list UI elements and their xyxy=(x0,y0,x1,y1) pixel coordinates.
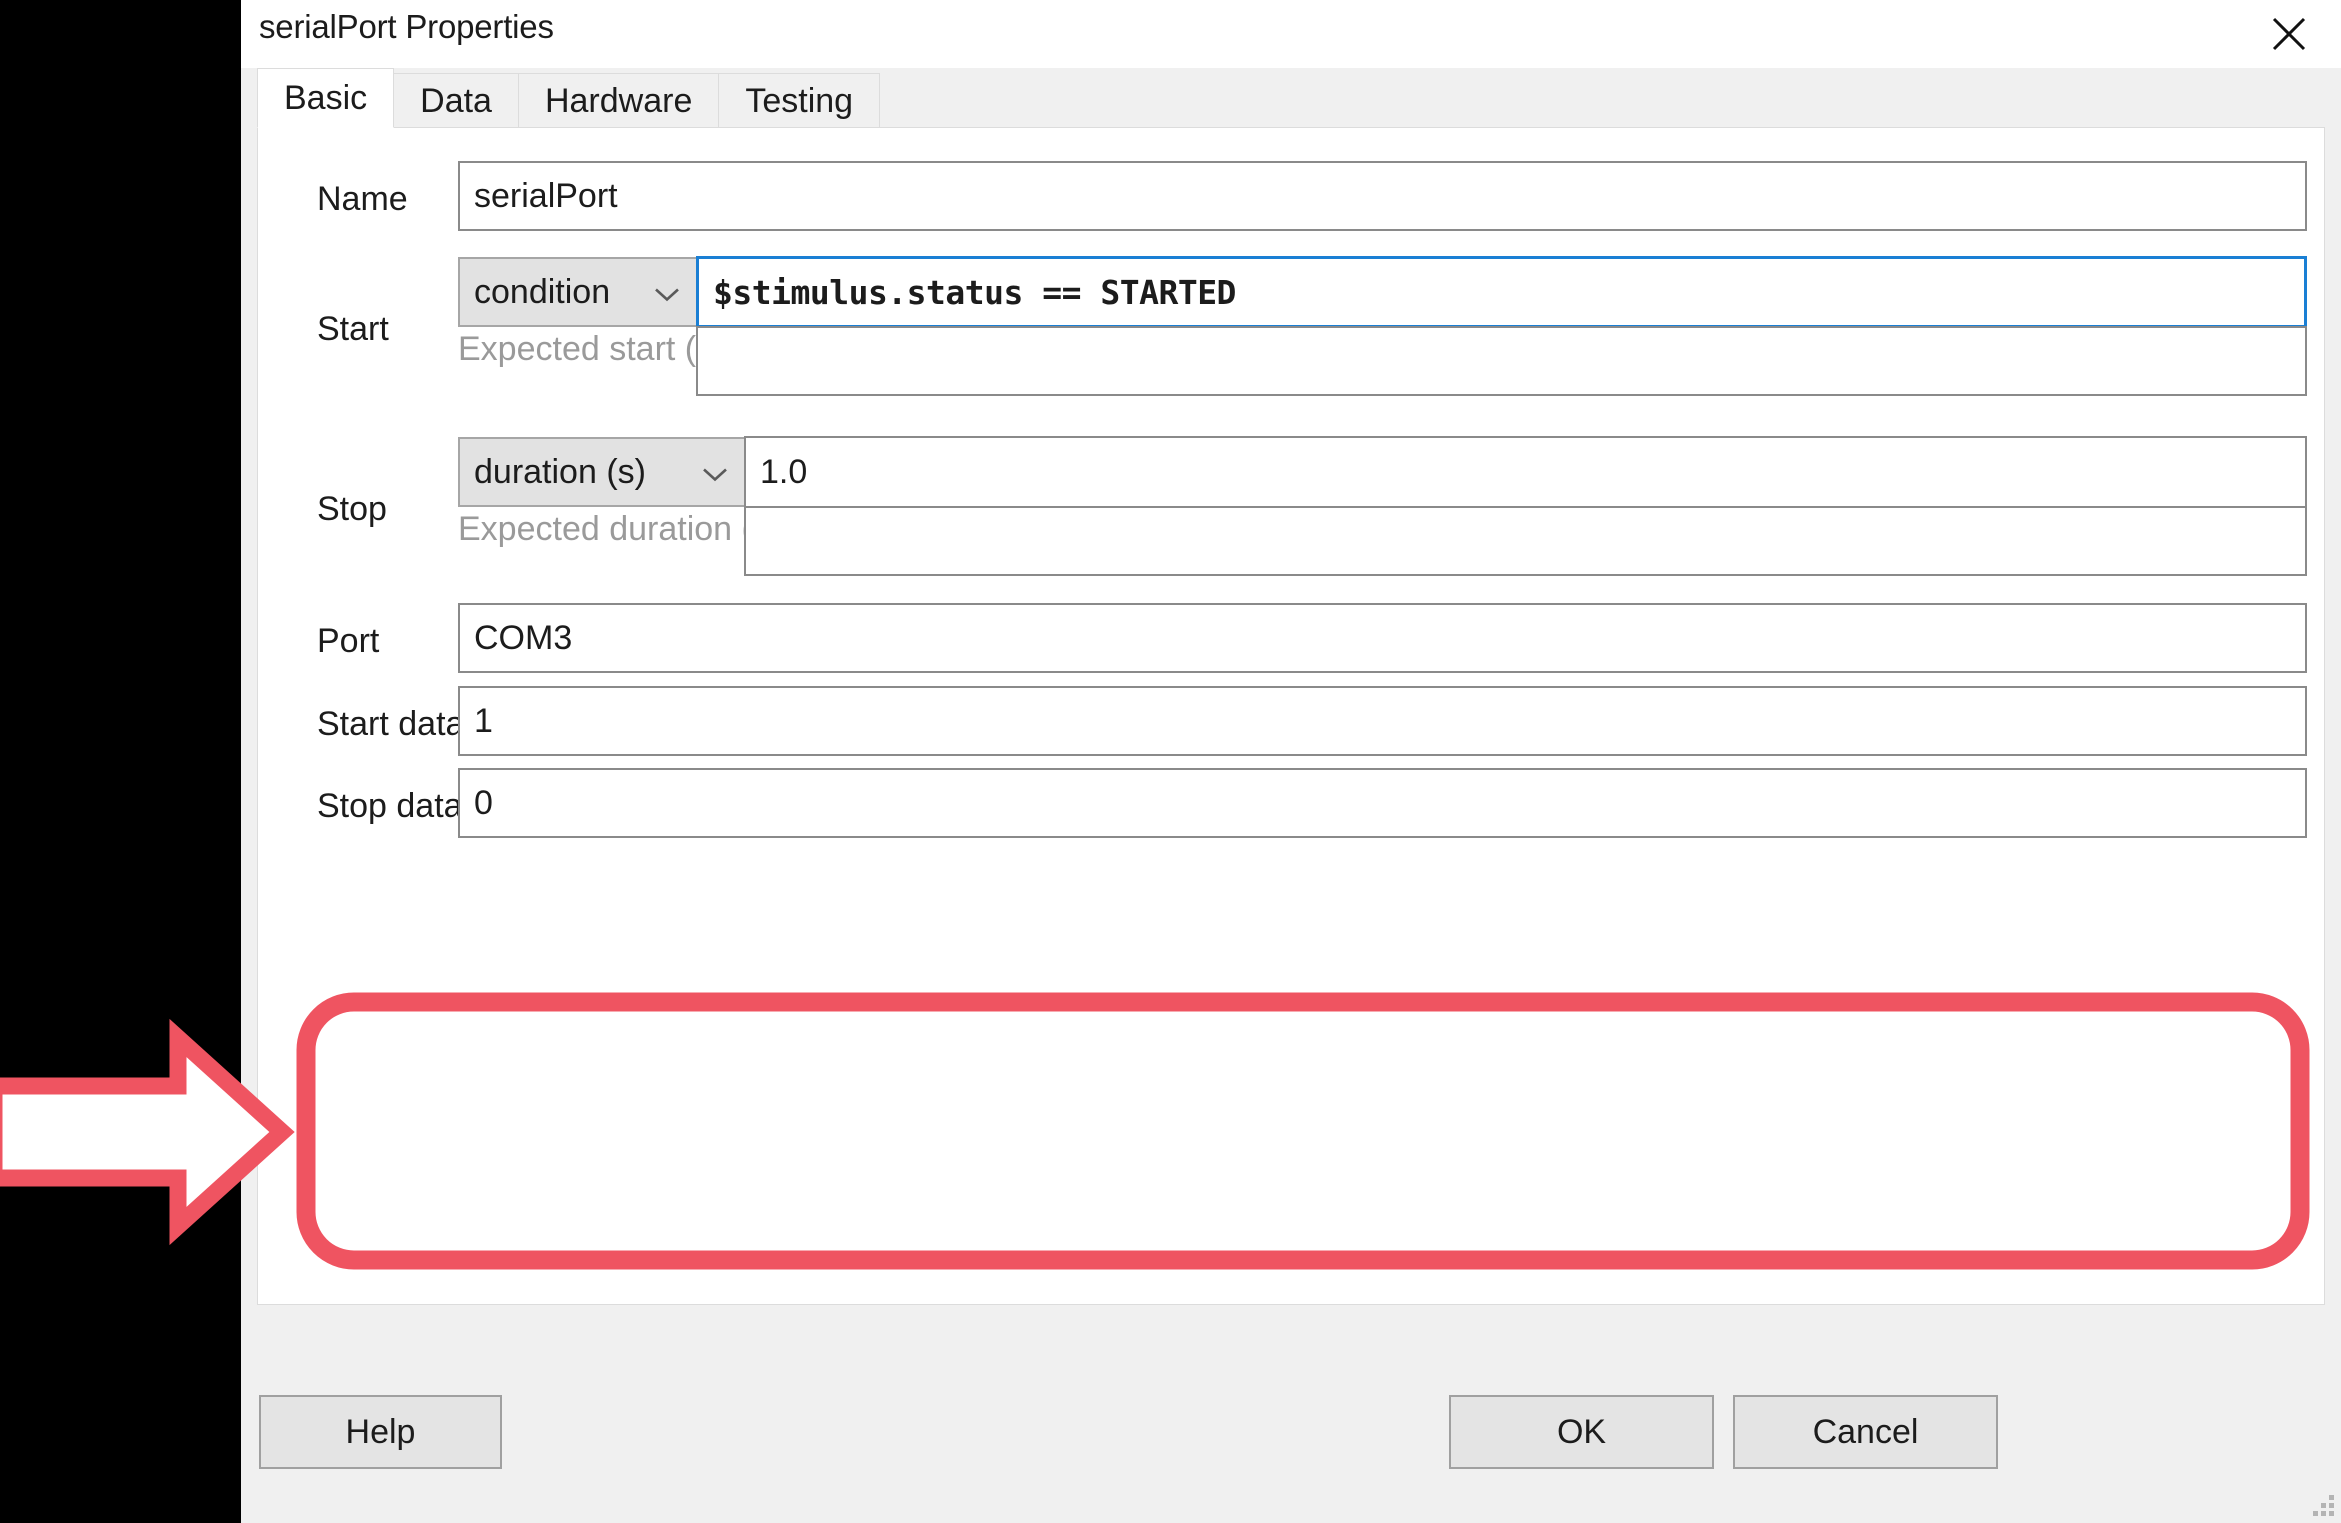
tab-testing[interactable]: Testing xyxy=(718,73,881,128)
stop-data-label: Stop data xyxy=(317,787,463,825)
cancel-button[interactable]: Cancel xyxy=(1733,1395,1998,1469)
tab-hardware[interactable]: Hardware xyxy=(517,73,720,128)
name-label: Name xyxy=(317,180,408,218)
stop-mode-value: duration (s) xyxy=(474,452,646,491)
tab-strip: Basic Data Hardware Testing xyxy=(241,68,2341,128)
help-button[interactable]: Help xyxy=(259,1395,502,1469)
resize-grip[interactable] xyxy=(2313,1495,2335,1517)
stop-mode-dropdown[interactable]: duration (s) xyxy=(458,437,746,507)
expected-start-input[interactable] xyxy=(696,326,2307,396)
dialog-button-bar: Help OK Cancel xyxy=(241,1305,2341,1523)
start-condition-input[interactable]: $stimulus.status == STARTED xyxy=(696,256,2307,328)
port-label: Port xyxy=(317,622,380,660)
basic-tab-panel: Name serialPort Start condition $stimulu… xyxy=(257,127,2325,1305)
chevron-down-icon xyxy=(702,453,728,492)
expected-start-label: Expected start (s) xyxy=(458,330,725,368)
serialport-properties-dialog: serialPort Properties Basic Data Hardwar… xyxy=(241,0,2341,1523)
close-button[interactable] xyxy=(2237,0,2341,68)
tab-data[interactable]: Data xyxy=(393,73,519,128)
dialog-title: serialPort Properties xyxy=(259,8,554,45)
ok-button[interactable]: OK xyxy=(1449,1395,1714,1469)
stop-data-input[interactable]: 0 xyxy=(458,768,2307,838)
port-input[interactable]: COM3 xyxy=(458,603,2307,673)
name-input[interactable]: serialPort xyxy=(458,161,2307,231)
tab-basic-label: Basic xyxy=(284,78,368,117)
tab-hardware-label: Hardware xyxy=(544,81,693,120)
start-data-label: Start data xyxy=(317,705,465,743)
stop-duration-input[interactable]: 1.0 xyxy=(744,436,2307,508)
chevron-down-icon xyxy=(654,273,680,312)
expected-duration-label: Expected duration (s) xyxy=(458,510,782,548)
tab-list: Basic Data Hardware Testing xyxy=(257,68,881,128)
right-arrow-icon xyxy=(0,1018,295,1246)
screenshot-root: serialPort Properties Basic Data Hardwar… xyxy=(0,0,2341,1523)
start-mode-dropdown[interactable]: condition xyxy=(458,257,698,327)
stop-label: Stop xyxy=(317,490,387,528)
tab-testing-label: Testing xyxy=(745,81,854,120)
tab-basic[interactable]: Basic xyxy=(257,68,395,128)
expected-duration-input[interactable] xyxy=(744,506,2307,576)
tab-data-label: Data xyxy=(420,81,492,120)
start-data-input[interactable]: 1 xyxy=(458,686,2307,756)
start-mode-value: condition xyxy=(474,272,611,311)
start-label: Start xyxy=(317,310,389,348)
properties-form: Name serialPort Start condition $stimulu… xyxy=(258,128,2324,1304)
dialog-titlebar: serialPort Properties xyxy=(241,0,2341,68)
close-icon xyxy=(2269,14,2309,54)
